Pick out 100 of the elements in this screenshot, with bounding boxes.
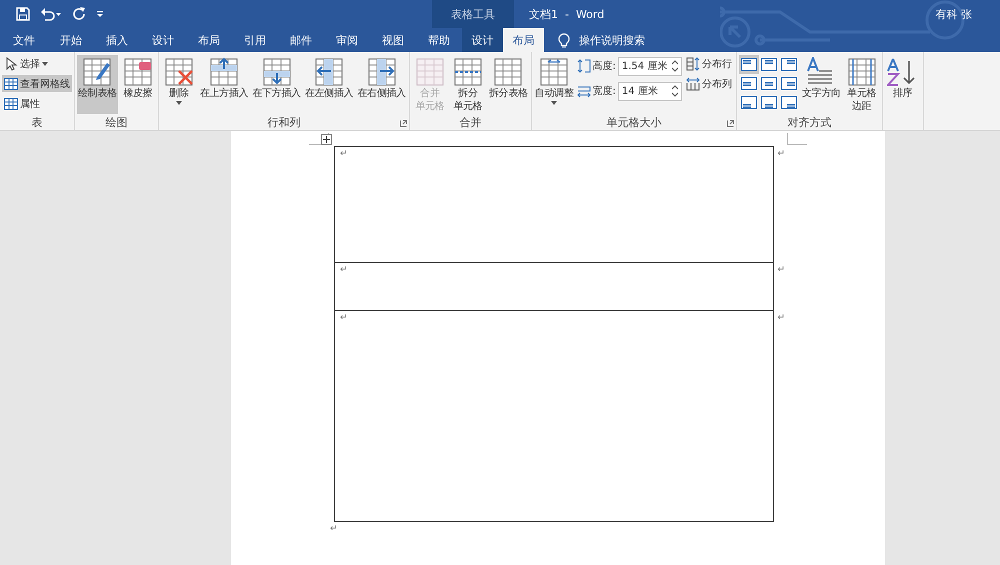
- split-table-icon: [492, 57, 524, 87]
- row-height-icon: [576, 59, 590, 73]
- context-tab-group: 表格工具: [432, 0, 514, 28]
- caret-icon: [176, 101, 182, 105]
- paragraph-mark: ↵: [340, 313, 348, 323]
- merge-cells-icon: [414, 57, 446, 87]
- customize-icon[interactable]: [96, 10, 104, 18]
- ribbon-button[interactable]: 在上方插入: [198, 55, 250, 114]
- table-properties-icon: [4, 96, 18, 110]
- align-button[interactable]: [778, 74, 799, 93]
- alignment-icon: [760, 58, 777, 71]
- ribbon-button[interactable]: 选择: [2, 55, 72, 72]
- ribbon-tab[interactable]: 文件: [0, 28, 48, 52]
- tell-me-search[interactable]: 操作说明搜索: [579, 32, 645, 48]
- group-label: 绘图: [105, 114, 128, 130]
- undo-icon[interactable]: [40, 7, 62, 21]
- spin-field[interactable]: 14 厘米: [618, 82, 682, 100]
- table-delete-icon: [162, 57, 195, 87]
- align-button[interactable]: [738, 93, 759, 112]
- alignment-icon: [780, 58, 797, 71]
- redo-icon[interactable]: [72, 7, 86, 21]
- ribbon-tab[interactable]: 布局: [186, 28, 232, 52]
- ribbon-button[interactable]: 删除: [160, 55, 197, 114]
- ribbon-button[interactable]: 查看网格线: [2, 75, 72, 92]
- align-button[interactable]: [738, 74, 759, 93]
- insert-below-icon: [260, 57, 293, 87]
- table-move-handle-icon[interactable]: [321, 134, 332, 145]
- column-width-icon: [576, 84, 590, 98]
- lightbulb-icon: [558, 32, 570, 48]
- caret-icon: [551, 101, 558, 105]
- align-button[interactable]: [778, 93, 799, 112]
- insert-above-icon: [208, 57, 240, 87]
- align-button[interactable]: [758, 74, 779, 93]
- distribute-rows-icon: [686, 56, 700, 70]
- dialog-launcher-icon[interactable]: [726, 120, 734, 127]
- ribbon-tab[interactable]: 设计: [462, 28, 503, 52]
- ribbon-button[interactable]: 分布列: [684, 75, 734, 92]
- align-button[interactable]: [738, 55, 759, 74]
- ribbon-tab[interactable]: 开始: [48, 28, 94, 52]
- ribbon-tab[interactable]: 视图: [370, 28, 416, 52]
- autofit-icon: [538, 57, 570, 87]
- ribbon-button[interactable]: 分布行: [684, 55, 734, 72]
- paragraph-mark: ↵: [340, 265, 348, 275]
- alignment-icon: [760, 77, 777, 90]
- spin-field[interactable]: 1.54 厘米: [618, 56, 682, 76]
- cell-margins-icon: [846, 57, 878, 87]
- pointer-icon: [4, 56, 18, 70]
- group-label: 表: [32, 114, 42, 130]
- user-name[interactable]: 有科 张: [936, 7, 972, 22]
- ribbon-tab[interactable]: 布局: [503, 28, 544, 52]
- eraser-icon: [122, 57, 154, 87]
- group-label: 单元格大小: [606, 114, 662, 130]
- insert-left-icon: [313, 57, 346, 87]
- save-icon[interactable]: [16, 7, 30, 21]
- alignment-icon: [740, 96, 757, 109]
- group-label: 行和列: [267, 114, 300, 130]
- dialog-launcher-icon[interactable]: [400, 120, 407, 127]
- ribbon-button[interactable]: 绘制表格: [77, 55, 118, 114]
- ribbon-button[interactable]: 拆分 单元格: [450, 55, 486, 115]
- ribbon-tab[interactable]: 审阅: [324, 28, 370, 52]
- ribbon-button[interactable]: 拆分表格: [488, 55, 529, 115]
- ribbon-button[interactable]: 在右侧插入: [356, 55, 407, 114]
- ribbon-tab[interactable]: 设计: [140, 28, 186, 52]
- group-label: 对齐方式: [787, 115, 832, 130]
- ribbon-button[interactable]: 自动调整: [534, 55, 574, 114]
- grid-icon: [4, 76, 18, 90]
- ribbon-button[interactable]: 在左侧插入: [304, 55, 354, 114]
- paragraph-mark: ↵: [777, 313, 785, 323]
- insert-right-icon: [366, 57, 398, 87]
- ribbon-tab[interactable]: 帮助: [416, 28, 462, 52]
- spinner-icon[interactable]: [672, 85, 678, 97]
- alignment-icon: [760, 96, 777, 109]
- ribbon-tab[interactable]: 邮件: [278, 28, 324, 52]
- paragraph-mark: ↵: [340, 149, 348, 159]
- align-button[interactable]: [758, 55, 779, 74]
- margin-mark: [787, 133, 807, 145]
- alignment-icon: [780, 96, 797, 109]
- margin-mark: [309, 133, 329, 145]
- split-cells-icon: [452, 57, 484, 87]
- paragraph-mark: ↵: [777, 149, 785, 159]
- ribbon-tab[interactable]: 引用: [232, 28, 278, 52]
- align-button[interactable]: [758, 93, 779, 112]
- spin-label: 宽度:: [592, 84, 616, 98]
- table-pencil-icon: [81, 57, 114, 87]
- paragraph-mark: ↵: [330, 524, 339, 534]
- ribbon-button[interactable]: 在下方插入: [251, 55, 302, 114]
- ribbon-button[interactable]: 排序: [884, 55, 921, 114]
- window-title: 文档1 - Word: [529, 6, 604, 22]
- spin-label: 高度:: [592, 60, 616, 73]
- ribbon-button[interactable]: 文字方向: [800, 55, 842, 115]
- alignment-icon: [740, 58, 757, 71]
- ribbon-tab[interactable]: 插入: [94, 28, 140, 52]
- align-button[interactable]: [778, 55, 799, 74]
- ribbon-button[interactable]: 单元格 边距: [844, 55, 880, 115]
- ribbon-button[interactable]: 橡皮擦: [120, 55, 156, 114]
- spinner-icon[interactable]: [672, 60, 678, 72]
- alignment-icon: [780, 77, 797, 90]
- distribute-columns-icon: [686, 76, 700, 90]
- paragraph-mark: ↵: [777, 265, 785, 275]
- ribbon-button[interactable]: 属性: [2, 95, 72, 112]
